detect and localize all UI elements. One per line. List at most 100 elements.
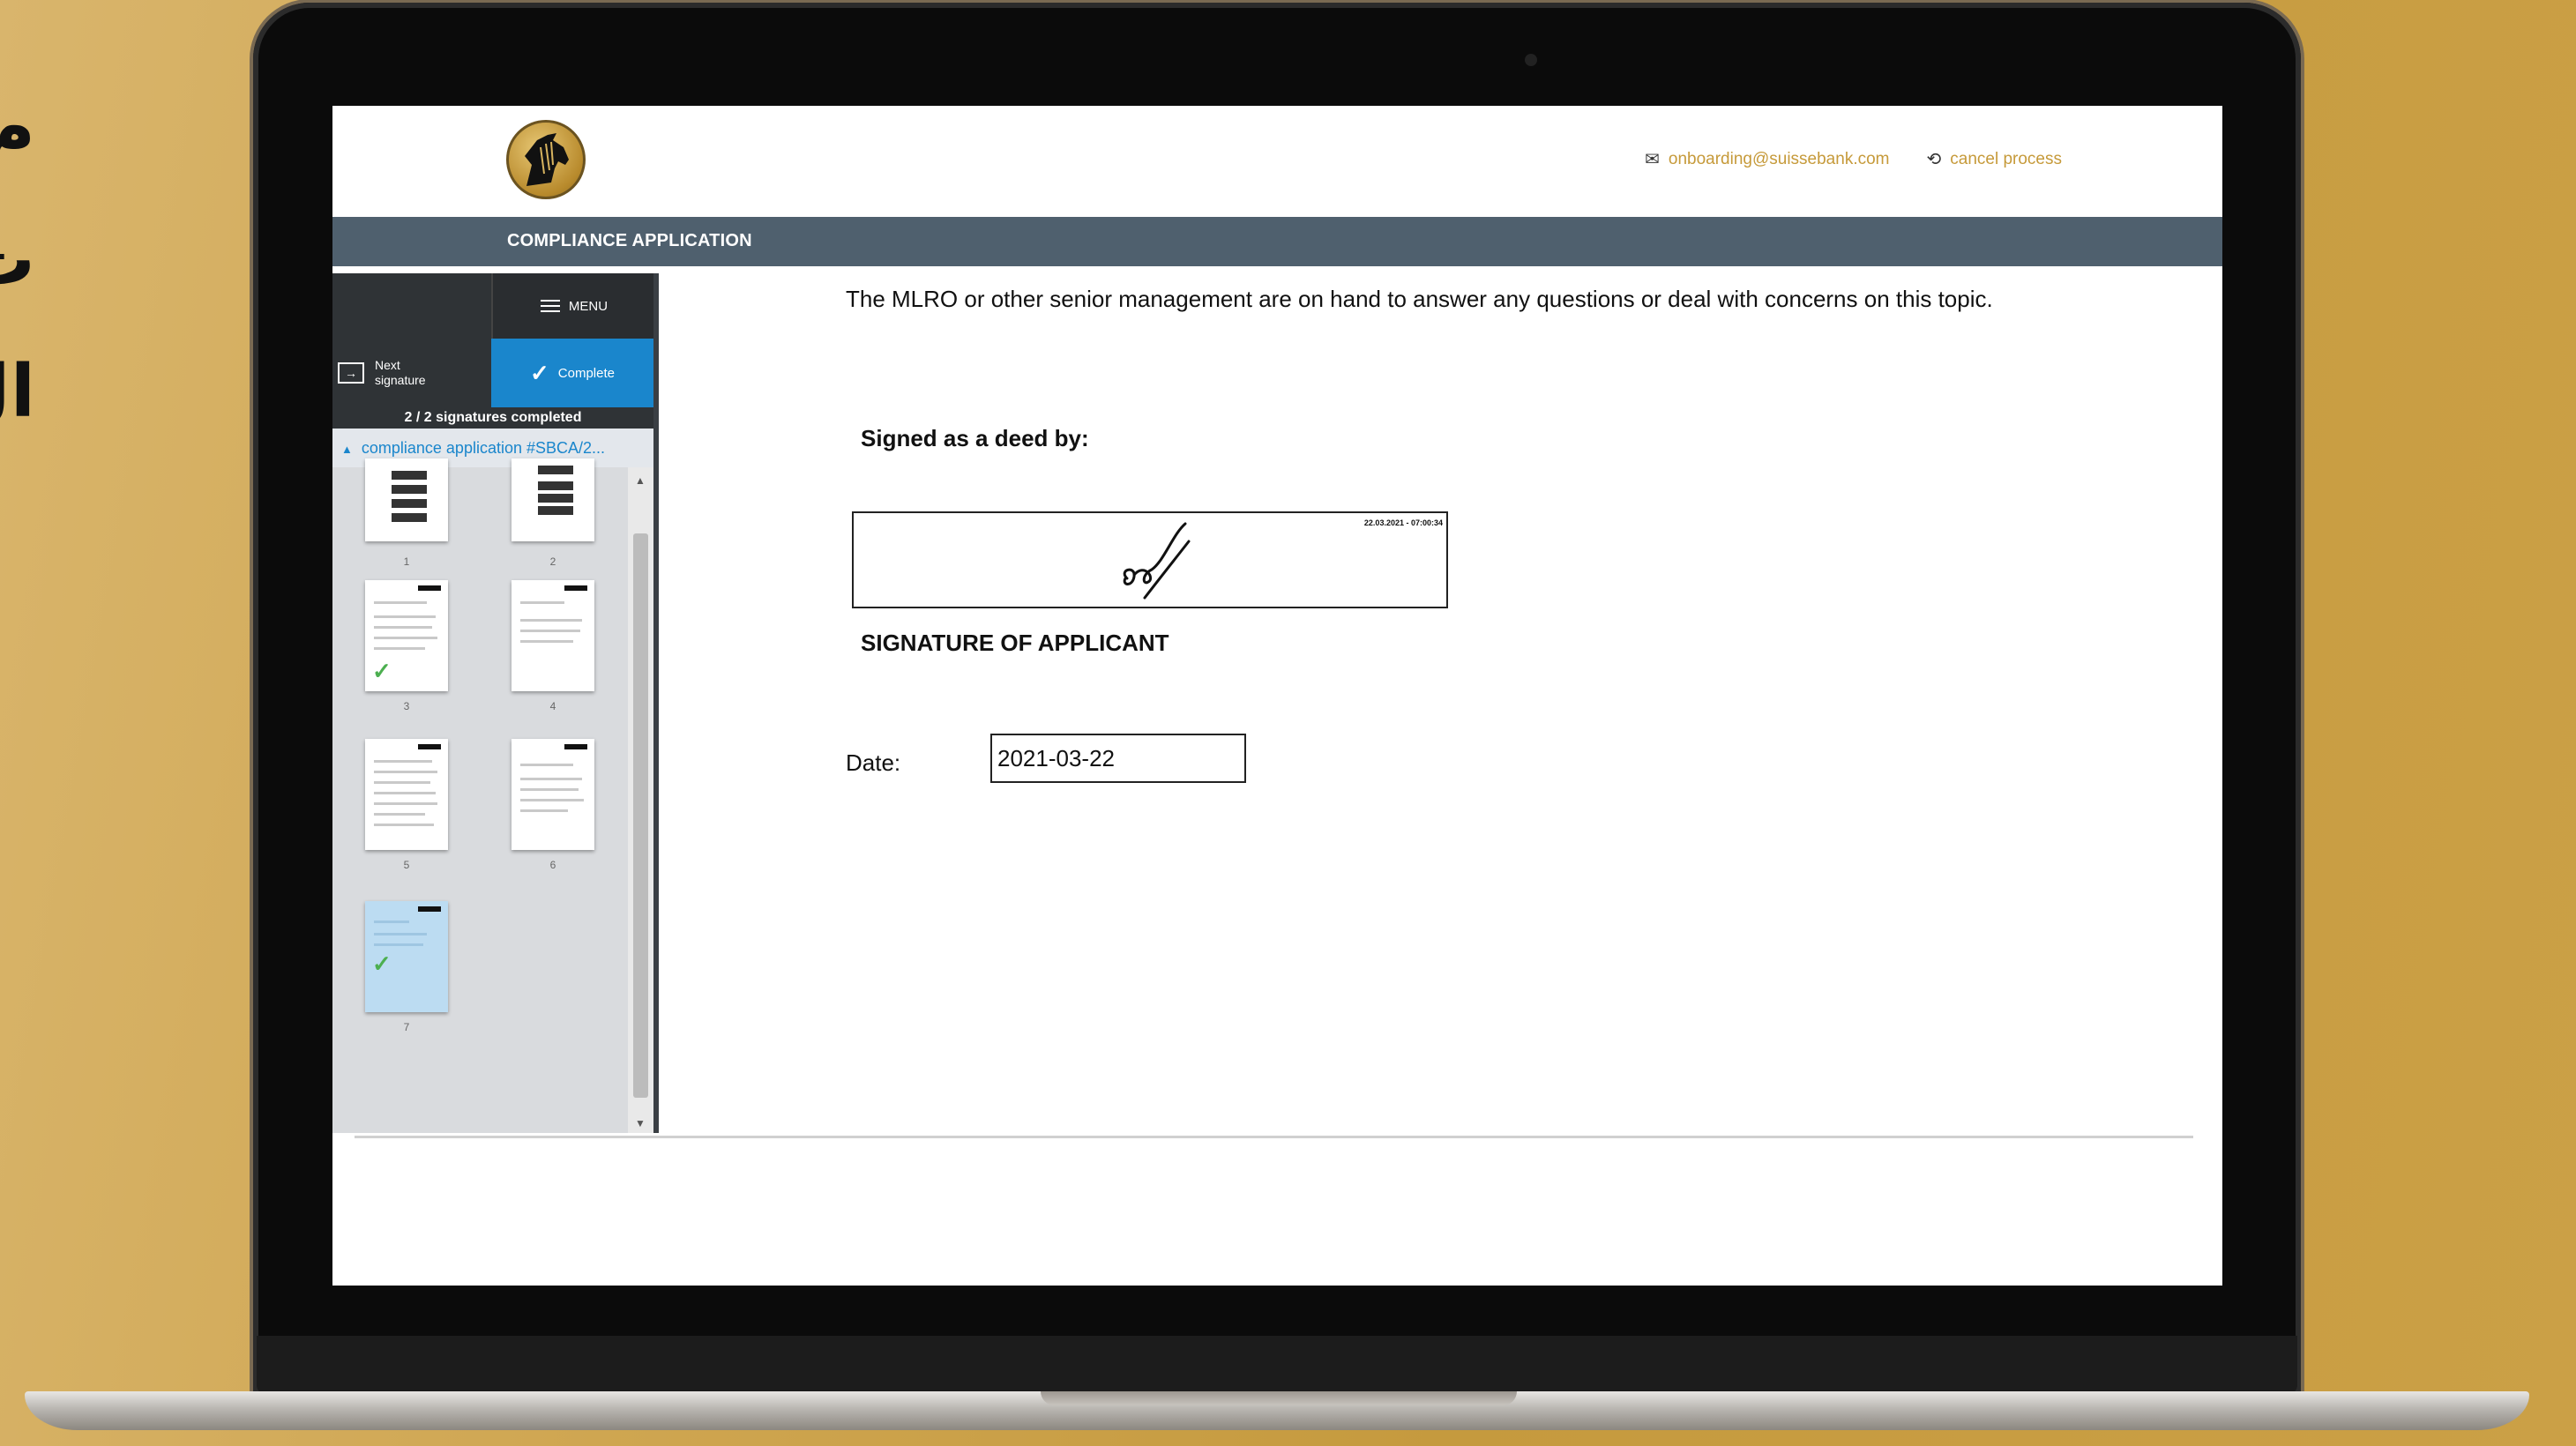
thumb-line bbox=[374, 771, 437, 773]
thumb-line bbox=[374, 781, 430, 784]
cancel-process-link[interactable]: ⟲ cancel process bbox=[1927, 148, 2063, 170]
thumb-header bbox=[418, 906, 441, 912]
thumb-line bbox=[374, 813, 425, 816]
logout-icon: ⟲ bbox=[1926, 150, 1942, 169]
cancel-text: cancel process bbox=[1950, 149, 2062, 168]
page-number-3: 3 bbox=[403, 700, 410, 712]
page-thumbnail-2[interactable] bbox=[511, 458, 594, 541]
email-text: onboarding@suissebank.com bbox=[1668, 149, 1890, 168]
signature-timestamp: 22.03.2021 - 07:00:34 bbox=[1363, 518, 1443, 527]
page-number-4: 4 bbox=[549, 700, 556, 712]
thumb-line bbox=[374, 824, 434, 826]
thumb-bar bbox=[392, 513, 427, 522]
screen: ✉ onboarding@suissebank.com ⟲ cancel pro… bbox=[332, 106, 2222, 1286]
page-thumbnail-7[interactable]: ✓ bbox=[365, 901, 448, 1012]
thumb-header bbox=[418, 744, 441, 749]
menu-label: MENU bbox=[568, 298, 609, 314]
thumb-line bbox=[520, 788, 579, 791]
action-row: → Next signature ✓ Complete bbox=[332, 339, 653, 407]
thumb-header bbox=[418, 585, 441, 591]
next-signature-label: Next signature bbox=[375, 358, 426, 388]
page-thumbnail-6[interactable] bbox=[511, 739, 594, 850]
thumb-header bbox=[564, 585, 587, 591]
page-number-2: 2 bbox=[549, 555, 556, 568]
laptop-chin bbox=[257, 1336, 2297, 1394]
title-bar: COMPLIANCE APPLICATION bbox=[332, 217, 2222, 266]
thumb-line bbox=[520, 619, 582, 622]
page-number-5: 5 bbox=[403, 859, 410, 871]
thumb-line bbox=[374, 802, 437, 805]
horse-logo-icon[interactable] bbox=[506, 120, 586, 199]
date-label: Date: bbox=[846, 749, 901, 776]
thumb-line bbox=[374, 760, 432, 763]
next-signature-button[interactable]: → Next signature bbox=[332, 339, 491, 407]
signature-box[interactable]: 22.03.2021 - 07:00:34 bbox=[852, 511, 1448, 608]
date-field[interactable]: 2021-03-22 bbox=[990, 734, 1246, 783]
thumb-line bbox=[520, 809, 568, 812]
camera-icon bbox=[1525, 54, 1537, 66]
laptop-notch bbox=[1041, 1391, 1517, 1405]
thumb-line bbox=[520, 640, 573, 643]
thumb-line bbox=[374, 601, 427, 604]
complete-button[interactable]: ✓ Complete bbox=[491, 339, 653, 407]
thumb-line bbox=[374, 933, 427, 935]
scroll-down-icon[interactable]: ▼ bbox=[635, 1117, 646, 1129]
thumb-line bbox=[520, 778, 582, 780]
thumb-bar bbox=[538, 506, 573, 515]
top-bar: ✉ onboarding@suissebank.com ⟲ cancel pro… bbox=[332, 106, 2222, 217]
hamburger-icon bbox=[540, 300, 560, 312]
bottom-rule bbox=[355, 1136, 2193, 1138]
page-thumbnail-4[interactable] bbox=[511, 580, 594, 691]
top-links: ✉ onboarding@suissebank.com ⟲ cancel pro… bbox=[1645, 148, 2062, 170]
scroll-up-icon[interactable]: ▲ bbox=[635, 474, 646, 487]
thumb-line bbox=[520, 630, 580, 632]
signed-label: Signed as a deed by: bbox=[861, 425, 1089, 451]
collapse-triangle-icon[interactable]: ▲ bbox=[341, 443, 353, 456]
side-caption-line-3: ال bbox=[0, 350, 35, 434]
thumb-bar bbox=[392, 485, 427, 494]
thumb-line bbox=[374, 637, 437, 639]
page-thumbnail-1[interactable] bbox=[365, 458, 448, 541]
thumb-line bbox=[520, 764, 573, 766]
thumb-line bbox=[520, 799, 584, 801]
email-link[interactable]: ✉ onboarding@suissebank.com bbox=[1645, 148, 1889, 170]
complete-label: Complete bbox=[557, 365, 615, 381]
mail-icon: ✉ bbox=[1645, 150, 1660, 169]
thumb-bar bbox=[392, 471, 427, 480]
side-caption-line-1: م bbox=[0, 86, 35, 169]
date-value: 2021-03-22 bbox=[997, 745, 1115, 771]
menu-row: MENU bbox=[332, 273, 655, 339]
next-line-2: signature bbox=[375, 373, 426, 387]
signed-check-icon: ✓ bbox=[372, 658, 392, 684]
thumb-bar bbox=[392, 499, 427, 508]
thumb-bar bbox=[538, 494, 573, 503]
thumb-line bbox=[374, 626, 432, 629]
thumb-line bbox=[374, 792, 436, 794]
thumb-line bbox=[374, 615, 436, 618]
scrollbar-thumb[interactable] bbox=[633, 533, 648, 1098]
document-view: The MLRO or other senior management are … bbox=[659, 266, 2222, 1148]
thumb-line bbox=[520, 601, 564, 604]
page-thumbnail-3[interactable]: ✓ bbox=[365, 580, 448, 691]
sidebar: MENU → Next signature ✓ Complete 2 / 2 s… bbox=[332, 273, 655, 1133]
page-thumbnail-5[interactable] bbox=[365, 739, 448, 850]
thumb-header bbox=[564, 744, 587, 749]
checkmark-icon: ✓ bbox=[530, 359, 549, 386]
page-number-6: 6 bbox=[549, 859, 556, 871]
thumbnail-scrollbar[interactable]: ▲ ▼ bbox=[628, 467, 653, 1133]
page-thumbnails: 1 2 ✓ 3 4 5 6 ✓ 7 bbox=[332, 458, 628, 1133]
thumb-line bbox=[374, 921, 409, 923]
page-number-1: 1 bbox=[403, 555, 410, 568]
page-title: COMPLIANCE APPLICATION bbox=[507, 231, 752, 250]
handwritten-signature bbox=[1123, 522, 1191, 600]
thumb-bar bbox=[538, 466, 573, 474]
next-line-1: Next bbox=[375, 358, 400, 372]
side-caption: م ت ال bbox=[0, 62, 35, 458]
intro-paragraph: The MLRO or other senior management are … bbox=[846, 286, 1993, 312]
next-signature-icon: → bbox=[338, 362, 364, 384]
thumb-line bbox=[374, 647, 425, 650]
menu-button[interactable]: MENU bbox=[491, 273, 655, 339]
thumb-line bbox=[374, 943, 423, 946]
signed-check-icon: ✓ bbox=[372, 950, 392, 977]
signature-caption: SIGNATURE OF APPLICANT bbox=[861, 630, 1169, 656]
